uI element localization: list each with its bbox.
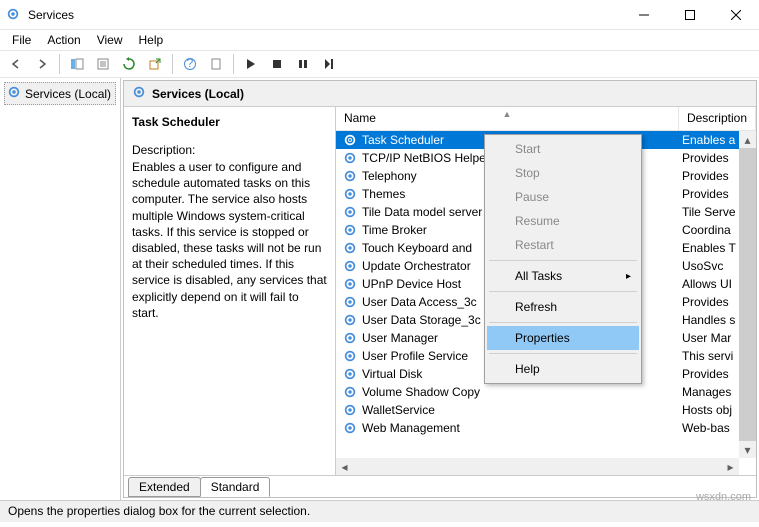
toolbar-separator: [172, 54, 173, 74]
menu-file[interactable]: File: [4, 31, 39, 49]
refresh-button[interactable]: [117, 52, 141, 76]
restart-service-button[interactable]: [317, 52, 341, 76]
tab-standard[interactable]: Standard: [200, 477, 271, 497]
selected-service-name: Task Scheduler: [132, 115, 327, 129]
detail-pane: Task Scheduler Description: Enables a us…: [124, 107, 336, 475]
pause-service-button[interactable]: [291, 52, 315, 76]
scroll-right-button[interactable]: ▸: [722, 458, 739, 475]
service-name: WalletService: [362, 403, 682, 417]
tab-extended[interactable]: Extended: [128, 477, 201, 497]
service-icon: [342, 168, 358, 184]
menubar: File Action View Help: [0, 30, 759, 50]
minimize-button[interactable]: [621, 0, 667, 30]
service-row[interactable]: Web ManagementWeb-bas: [336, 419, 756, 437]
forward-button[interactable]: [30, 52, 54, 76]
toolbar: ?: [0, 50, 759, 78]
tree-item-services-local[interactable]: Services (Local): [4, 82, 116, 105]
service-icon: [342, 258, 358, 274]
export-button[interactable]: [143, 52, 167, 76]
service-icon: [342, 294, 358, 310]
service-icon: [342, 222, 358, 238]
menu-view[interactable]: View: [89, 31, 131, 49]
column-header-description[interactable]: Description: [679, 107, 756, 130]
services-icon: [132, 85, 146, 102]
service-row[interactable]: Volume Shadow CopyManages: [336, 383, 756, 401]
scroll-down-button[interactable]: ▾: [739, 441, 756, 458]
results-header-title: Services (Local): [152, 87, 244, 101]
results-body: Task Scheduler Description: Enables a us…: [124, 107, 756, 475]
help-toolbar-button[interactable]: ?: [178, 52, 202, 76]
service-icon: [342, 348, 358, 364]
service-icon: [342, 420, 358, 436]
service-icon: [342, 132, 358, 148]
view-tabs: Extended Standard: [124, 475, 756, 497]
titlebar: Services: [0, 0, 759, 30]
service-row[interactable]: WalletServiceHosts obj: [336, 401, 756, 419]
service-icon: [342, 330, 358, 346]
context-separator: [489, 291, 637, 292]
menu-action[interactable]: Action: [39, 31, 88, 49]
sort-indicator-icon: ▲: [503, 109, 512, 119]
column-header-desc-label: Description: [687, 111, 747, 125]
context-separator: [489, 322, 637, 323]
list-header: Name ▲ Description: [336, 107, 756, 131]
scroll-left-button[interactable]: ◂: [336, 458, 353, 475]
context-start[interactable]: Start: [487, 137, 639, 161]
description-label: Description:: [132, 143, 327, 157]
context-help[interactable]: Help: [487, 357, 639, 381]
service-name: Web Management: [362, 421, 682, 435]
context-properties[interactable]: Properties: [487, 326, 639, 350]
about-button[interactable]: [204, 52, 228, 76]
service-icon: [342, 276, 358, 292]
svg-text:?: ?: [187, 57, 194, 70]
show-hide-tree-button[interactable]: [65, 52, 89, 76]
context-restart[interactable]: Restart: [487, 233, 639, 257]
results-pane: Services (Local) Task Scheduler Descript…: [123, 80, 757, 498]
service-icon: [342, 150, 358, 166]
start-service-button[interactable]: [239, 52, 263, 76]
statusbar: Opens the properties dialog box for the …: [0, 500, 759, 522]
menu-help[interactable]: Help: [131, 31, 172, 49]
service-icon: [342, 312, 358, 328]
close-button[interactable]: [713, 0, 759, 30]
service-icon: [342, 186, 358, 202]
toolbar-separator: [59, 54, 60, 74]
tree-item-label: Services (Local): [25, 87, 111, 101]
main-area: Services (Local) Services (Local) Task S…: [0, 78, 759, 500]
console-tree-pane: Services (Local): [0, 78, 121, 500]
context-separator: [489, 353, 637, 354]
context-pause[interactable]: Pause: [487, 185, 639, 209]
context-resume[interactable]: Resume: [487, 209, 639, 233]
context-separator: [489, 260, 637, 261]
scroll-thumb-v[interactable]: [739, 148, 756, 441]
window-title: Services: [28, 8, 621, 22]
context-menu: Start Stop Pause Resume Restart All Task…: [484, 134, 642, 384]
service-icon: [342, 240, 358, 256]
column-header-name-label: Name: [344, 111, 376, 125]
horizontal-scrollbar[interactable]: ◂ ▸: [336, 458, 739, 475]
maximize-button[interactable]: [667, 0, 713, 30]
service-icon: [342, 366, 358, 382]
description-text: Enables a user to configure and schedule…: [132, 159, 327, 321]
back-button[interactable]: [4, 52, 28, 76]
properties-toolbar-button[interactable]: [91, 52, 115, 76]
stop-service-button[interactable]: [265, 52, 289, 76]
results-header: Services (Local): [124, 81, 756, 107]
context-stop[interactable]: Stop: [487, 161, 639, 185]
service-icon: [342, 384, 358, 400]
column-header-name[interactable]: Name ▲: [336, 107, 679, 130]
toolbar-separator: [233, 54, 234, 74]
service-name: Volume Shadow Copy: [362, 385, 682, 399]
service-icon: [342, 402, 358, 418]
services-app-icon: [6, 7, 22, 23]
scroll-up-button[interactable]: ▴: [739, 131, 756, 148]
context-all-tasks[interactable]: All Tasks: [487, 264, 639, 288]
vertical-scrollbar[interactable]: ▴ ▾: [739, 131, 756, 458]
services-icon: [7, 85, 21, 102]
context-refresh[interactable]: Refresh: [487, 295, 639, 319]
service-icon: [342, 204, 358, 220]
